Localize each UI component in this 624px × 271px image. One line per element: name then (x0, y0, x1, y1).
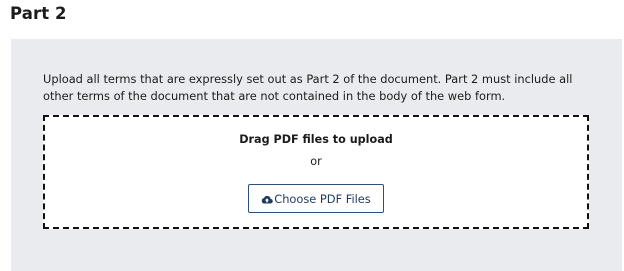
or-label: or (310, 155, 322, 168)
choose-pdf-files-label: Choose PDF Files (274, 191, 371, 206)
file-dropzone[interactable]: Drag PDF files to upload or Choose PDF F… (43, 115, 589, 229)
upload-instructions: Upload all terms that are expressly set … (43, 72, 573, 103)
drag-files-label: Drag PDF files to upload (239, 133, 393, 146)
choose-pdf-files-button[interactable]: Choose PDF Files (248, 184, 384, 213)
cloud-upload-icon (261, 194, 274, 204)
upload-panel: Upload all terms that are expressly set … (11, 39, 622, 271)
section-title: Part 2 (10, 4, 67, 23)
